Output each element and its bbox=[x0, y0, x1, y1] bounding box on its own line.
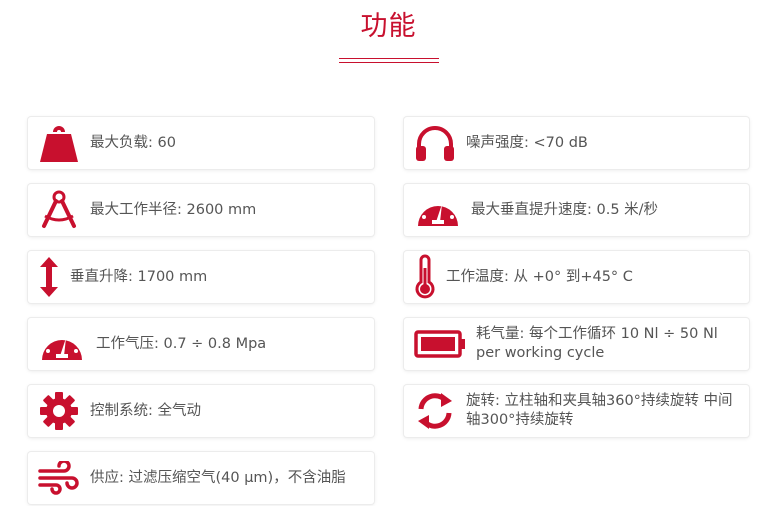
vertical-arrow-icon bbox=[28, 255, 70, 299]
feature-text: 供应: 过滤压缩空气(40 μm)，不含油脂 bbox=[90, 470, 346, 486]
feature-text: 工作温度: 从 +0° 到+45° C bbox=[446, 269, 633, 285]
feature-card-control-system: 控制系统: 全气动 bbox=[28, 385, 374, 437]
rotate-icon bbox=[404, 391, 466, 431]
feature-card-vertical-lift: 垂直升降: 1700 mm bbox=[28, 251, 374, 303]
feature-card-lift-speed: 最大垂直提升速度: 0.5 米/秒 bbox=[404, 184, 749, 236]
section-title: 功能 bbox=[360, 11, 417, 42]
feature-card-noise: 噪声强度: <70 dB bbox=[404, 117, 749, 169]
headphones-icon bbox=[404, 124, 466, 162]
feature-card-working-pressure: 工作气压: 0.7 ÷ 0.8 Mpa bbox=[28, 318, 374, 370]
battery-icon bbox=[404, 329, 476, 359]
feature-card-rotation: 旋转: 立柱轴和夹具轴360°持续旋转 中间轴300°持续旋转 bbox=[404, 385, 749, 437]
gear-icon bbox=[28, 391, 90, 431]
feature-card-working-radius: 最大工作半径: 2600 mm bbox=[28, 184, 374, 236]
gauge-icon bbox=[28, 324, 96, 364]
feature-text: 旋转: 立柱轴和夹具轴360°持续旋转 中间轴300°持续旋转 bbox=[466, 393, 733, 428]
feature-card-temperature: 工作温度: 从 +0° 到+45° C bbox=[404, 251, 749, 303]
thermometer-icon bbox=[404, 254, 446, 300]
feature-text: 最大负载: 60 bbox=[90, 135, 176, 151]
speedometer-icon bbox=[404, 190, 471, 230]
feature-text: 耗气量: 每个工作循环 10 Nl ÷ 50 Nl per working cy… bbox=[476, 326, 718, 361]
feature-text: 控制系统: 全气动 bbox=[90, 403, 201, 419]
wind-icon bbox=[28, 461, 90, 495]
feature-card-max-load: 最大负载: 60 bbox=[28, 117, 374, 169]
feature-card-air-consumption: 耗气量: 每个工作循环 10 Nl ÷ 50 Nl per working cy… bbox=[404, 318, 749, 370]
feature-text: 垂直升降: 1700 mm bbox=[70, 269, 208, 285]
feature-text: 最大工作半径: 2600 mm bbox=[90, 202, 257, 218]
weight-icon bbox=[28, 122, 90, 164]
feature-text: 工作气压: 0.7 ÷ 0.8 Mpa bbox=[96, 336, 267, 352]
title-divider bbox=[339, 58, 439, 63]
feature-text: 最大垂直提升速度: 0.5 米/秒 bbox=[471, 202, 659, 218]
feature-card-supply: 供应: 过滤压缩空气(40 μm)，不含油脂 bbox=[28, 452, 374, 504]
feature-text: 噪声强度: <70 dB bbox=[466, 135, 588, 151]
compass-icon bbox=[28, 190, 90, 230]
